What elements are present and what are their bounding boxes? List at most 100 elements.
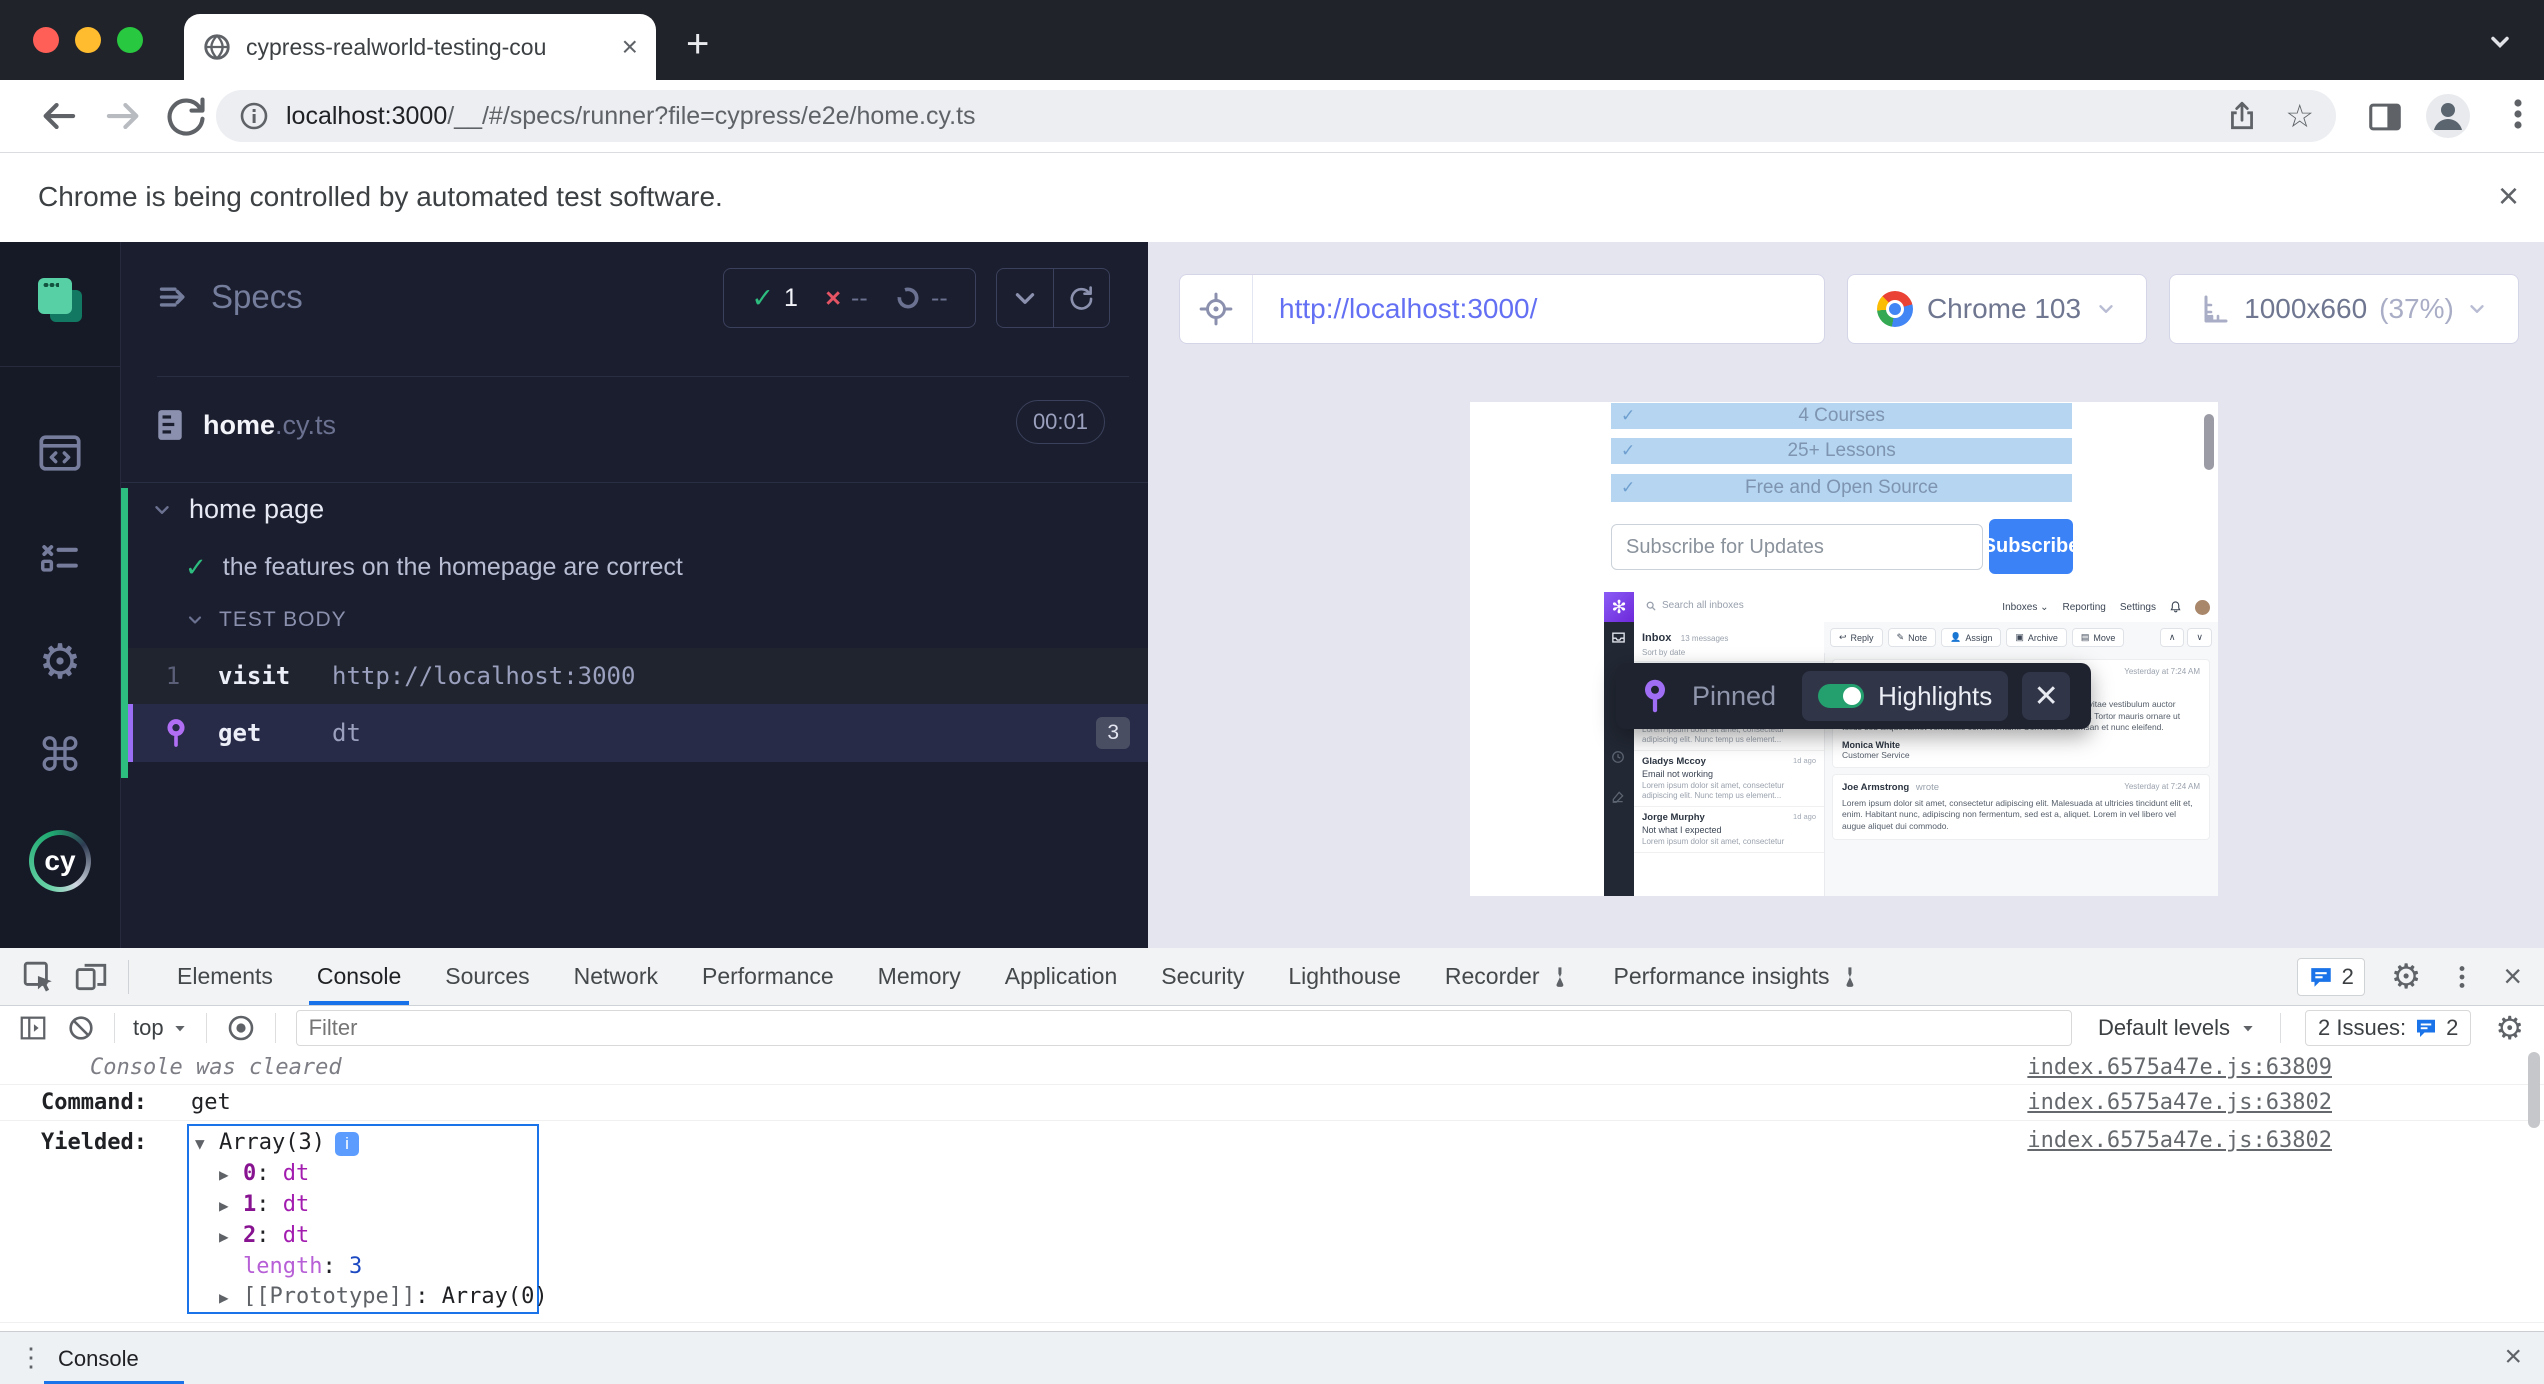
drawer-close-icon[interactable]: × bbox=[2504, 1340, 2522, 1374]
browser-tab[interactable]: cypress-realworld-testing-cou × bbox=[184, 14, 656, 80]
console-scrollbar-thumb[interactable] bbox=[2528, 1052, 2540, 1128]
pin-icon[interactable] bbox=[133, 717, 218, 749]
browser-selector[interactable]: Chrome 103 bbox=[1847, 274, 2147, 344]
issues-counter[interactable]: 2 bbox=[2297, 958, 2365, 996]
tab-close-icon[interactable]: × bbox=[622, 33, 638, 61]
tab-console[interactable]: Console bbox=[295, 948, 423, 1005]
expander-closed-icon[interactable]: ▶ bbox=[219, 1283, 243, 1313]
profile-avatar[interactable] bbox=[2424, 92, 2472, 140]
rerun-button[interactable] bbox=[1053, 269, 1110, 327]
viewport-selector[interactable]: 1000x660 (37%) bbox=[2169, 274, 2519, 344]
minimize-window-button[interactable] bbox=[75, 27, 101, 53]
next-message-button[interactable]: ∨ bbox=[2187, 628, 2212, 647]
suite-row[interactable]: home page bbox=[151, 494, 324, 525]
tree-item[interactable]: ▶[[Prototype]]: Array(0) bbox=[195, 1282, 537, 1313]
collapse-all-button[interactable] bbox=[997, 269, 1053, 327]
source-link[interactable]: index.6575a47e.js:63802 bbox=[2027, 1128, 2332, 1153]
live-expression-eye-icon[interactable] bbox=[225, 1012, 257, 1044]
highlights-toggle[interactable] bbox=[1818, 684, 1864, 708]
console-sidebar-toggle-icon[interactable] bbox=[18, 1013, 48, 1043]
omnibox[interactable]: localhost:3000/__/#/specs/runner?file=cy… bbox=[216, 90, 2336, 142]
sidebar-item-runs[interactable] bbox=[0, 430, 120, 476]
subscribe-button[interactable]: Subscribe bbox=[1989, 519, 2073, 574]
tab-performance[interactable]: Performance bbox=[680, 948, 856, 1005]
list-item[interactable]: Jorge Murphy 1d ago Not what I expected … bbox=[1634, 807, 1824, 853]
reply-button[interactable]: ↩ Reply bbox=[1830, 628, 1883, 647]
url-text[interactable]: localhost:3000/__/#/specs/runner?file=cy… bbox=[286, 102, 2225, 131]
sidebar-item-shortcuts[interactable]: ⌘ bbox=[0, 728, 120, 782]
list-item[interactable]: Gladys Mccoy 1d ago Email not working Lo… bbox=[1634, 751, 1824, 807]
tab-sources[interactable]: Sources bbox=[423, 948, 551, 1005]
source-link[interactable]: index.6575a47e.js:63809 bbox=[2027, 1055, 2332, 1080]
forward-icon[interactable] bbox=[102, 94, 146, 138]
sidebar-item-cypress[interactable]: cy bbox=[0, 830, 120, 892]
prev-message-button[interactable]: ∧ bbox=[2160, 628, 2185, 647]
expander-open-icon[interactable]: ▼ bbox=[195, 1129, 219, 1159]
close-window-button[interactable] bbox=[33, 27, 59, 53]
tree-item[interactable]: ▶2: dt bbox=[195, 1221, 537, 1252]
test-body-toggle[interactable]: TEST BODY bbox=[185, 608, 347, 632]
source-link[interactable]: index.6575a47e.js:63802 bbox=[2027, 1090, 2332, 1115]
bookmark-star-icon[interactable]: ☆ bbox=[2285, 97, 2314, 135]
tab-memory[interactable]: Memory bbox=[856, 948, 983, 1005]
tab-lighthouse[interactable]: Lighthouse bbox=[1266, 948, 1423, 1005]
banner-close-icon[interactable]: × bbox=[2498, 175, 2519, 217]
drawer-console-tab[interactable]: Console bbox=[58, 1346, 139, 1372]
tree-root[interactable]: ▼Array(3)i bbox=[195, 1128, 537, 1159]
test-row[interactable]: ✓ the features on the homepage are corre… bbox=[185, 552, 683, 583]
browser-menu-icon[interactable] bbox=[2496, 92, 2540, 136]
tab-elements[interactable]: Elements bbox=[155, 948, 295, 1005]
console-filter-input[interactable] bbox=[296, 1010, 2072, 1046]
expander-closed-icon[interactable]: ▶ bbox=[219, 1222, 243, 1252]
info-badge-icon[interactable]: i bbox=[335, 1132, 359, 1156]
note-button[interactable]: ✎ Note bbox=[1888, 628, 1937, 647]
devtools-drawer: ⋮ Console × bbox=[0, 1331, 2544, 1384]
archive-button[interactable]: ▣ Archive bbox=[2006, 628, 2067, 647]
aut-url-bar[interactable]: http://localhost:3000/ bbox=[1179, 274, 1825, 344]
device-toolbar-icon[interactable] bbox=[74, 960, 108, 994]
reload-icon[interactable] bbox=[164, 94, 208, 138]
move-button[interactable]: ▤ Move bbox=[2072, 628, 2125, 647]
issues-button[interactable]: 2 Issues: 2 bbox=[2305, 1010, 2471, 1046]
inspect-element-icon[interactable] bbox=[22, 960, 56, 994]
tree-item[interactable]: ▶1: dt bbox=[195, 1190, 537, 1221]
devtools-menu-icon[interactable] bbox=[2447, 962, 2477, 992]
log-levels-selector[interactable]: Default levels bbox=[2098, 1015, 2256, 1041]
drawer-menu-icon[interactable]: ⋮ bbox=[18, 1342, 44, 1373]
assign-button[interactable]: 👤Assign bbox=[1941, 628, 2001, 647]
console-settings-icon[interactable]: ⚙ bbox=[2495, 1009, 2524, 1047]
devtools-close-icon[interactable]: × bbox=[2503, 958, 2522, 995]
page-info-icon[interactable] bbox=[238, 100, 270, 132]
expander-closed-icon[interactable]: ▶ bbox=[219, 1191, 243, 1221]
context-selector[interactable]: top bbox=[133, 1015, 188, 1041]
clear-console-icon[interactable] bbox=[66, 1013, 96, 1043]
new-tab-button[interactable]: + bbox=[686, 24, 709, 64]
specs-menu[interactable]: Specs bbox=[157, 278, 303, 316]
tree-item[interactable]: ▶0: dt bbox=[195, 1159, 537, 1190]
sidebar-item-debug[interactable] bbox=[0, 534, 120, 580]
back-icon[interactable] bbox=[36, 94, 80, 138]
share-icon[interactable] bbox=[2225, 99, 2259, 133]
sidebar-item-settings[interactable]: ⚙ bbox=[0, 634, 120, 690]
highlights-control[interactable]: Highlights bbox=[1802, 671, 2008, 721]
aut-url[interactable]: http://localhost:3000/ bbox=[1279, 293, 1537, 325]
maximize-window-button[interactable] bbox=[117, 27, 143, 53]
tab-network[interactable]: Network bbox=[552, 948, 680, 1005]
preview-scrollbar-thumb[interactable] bbox=[2204, 414, 2214, 470]
tab-search-chevron-icon[interactable] bbox=[2486, 28, 2514, 56]
command-row-get[interactable]: get dt 3 bbox=[128, 704, 1148, 762]
subscribe-input[interactable] bbox=[1611, 524, 1983, 570]
tab-recorder[interactable]: Recorder bbox=[1423, 948, 1592, 1005]
tab-security[interactable]: Security bbox=[1139, 948, 1266, 1005]
devtools-settings-icon[interactable]: ⚙ bbox=[2391, 957, 2421, 997]
selector-playground-icon[interactable] bbox=[1180, 275, 1253, 343]
command-row-visit[interactable]: 1 visit http://localhost:3000 bbox=[128, 648, 1148, 704]
sidebar-item-specs[interactable] bbox=[0, 278, 120, 322]
expander-closed-icon[interactable]: ▶ bbox=[219, 1160, 243, 1190]
tab-performance-insights[interactable]: Performance insights bbox=[1592, 948, 1882, 1005]
message-verb: wrote bbox=[1916, 782, 1939, 793]
pinned-close-icon[interactable]: ✕ bbox=[2022, 672, 2070, 720]
spec-file-row[interactable]: home .cy.ts 00:01 bbox=[157, 394, 1129, 456]
tab-application[interactable]: Application bbox=[983, 948, 1140, 1005]
side-panel-icon[interactable] bbox=[2366, 98, 2404, 136]
